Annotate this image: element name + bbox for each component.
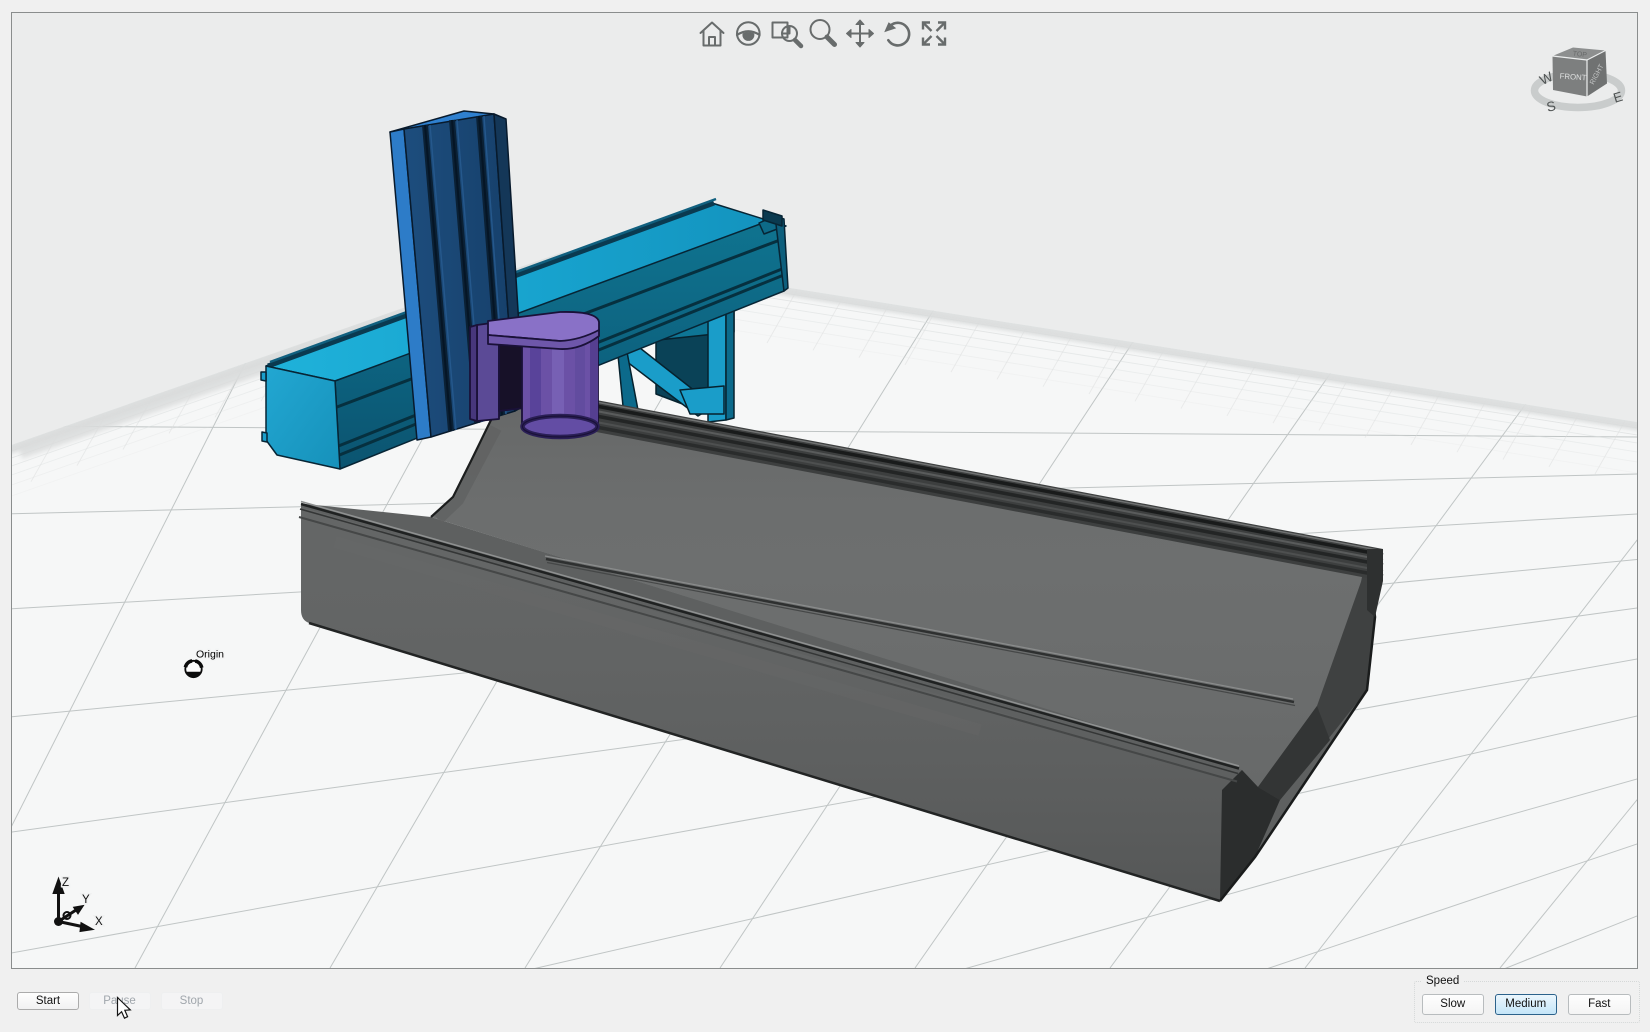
svg-text:FRONT: FRONT [1559,72,1587,83]
svg-text:Y: Y [82,894,90,906]
svg-text:Origin: Origin [196,649,224,661]
svg-text:X: X [95,916,103,928]
svg-text:Z: Z [62,877,69,889]
